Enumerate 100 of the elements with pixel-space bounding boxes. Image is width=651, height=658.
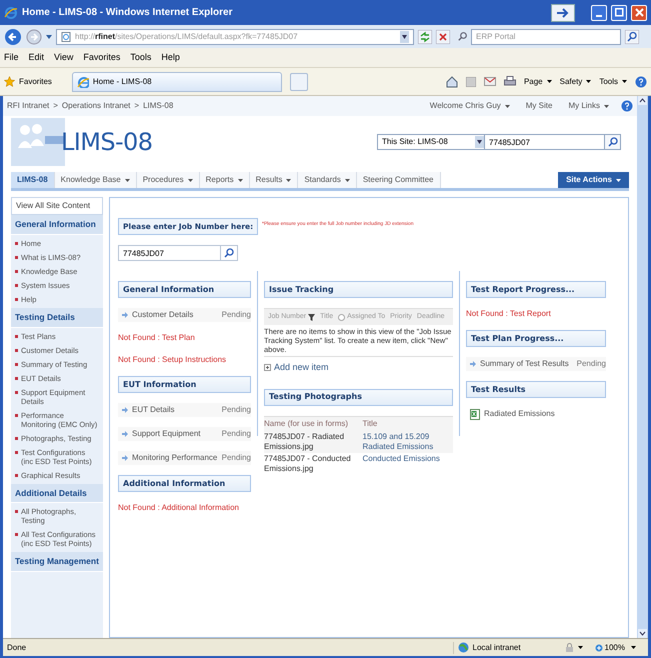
caret-icon — [604, 104, 609, 108]
caret-icon — [188, 178, 193, 182]
item-link[interactable]: Customer Details — [132, 309, 218, 321]
column-header[interactable]: Name (for use in forms) — [264, 418, 354, 430]
add-item-link[interactable]: Add new item — [264, 361, 453, 374]
forward-button[interactable] — [551, 4, 575, 22]
breadcrumb-link[interactable]: RFI Intranet — [7, 100, 50, 112]
bullet-icon — [15, 450, 18, 454]
sidebar-heading[interactable]: Testing Details — [11, 308, 103, 328]
browser-tab[interactable]: Home - LIMS-08 — [72, 72, 282, 92]
nav-tab[interactable]: LIMS-08 — [11, 172, 55, 188]
nav-tab[interactable]: Reports — [200, 172, 250, 188]
job-number-field[interactable]: 77485JD07 — [118, 245, 221, 261]
bullet-icon — [15, 256, 18, 259]
maximize-button[interactable] — [611, 4, 627, 20]
search-icon — [608, 137, 618, 147]
menu-item[interactable]: Help — [161, 50, 180, 64]
bullet-icon — [15, 284, 18, 287]
address-field[interactable]: http://rfinet/sites/Operations/LIMS/default.aspx?fk=77485JD07 — [56, 28, 414, 44]
caret-icon — [238, 178, 243, 182]
sidebar-heading[interactable]: Testing Management — [11, 552, 103, 572]
arrow-icon — [470, 361, 476, 367]
caret-icon — [504, 104, 510, 108]
zoom-icon — [594, 644, 603, 652]
dropdown-icon — [475, 136, 484, 148]
back-icon[interactable] — [4, 28, 22, 46]
sidebar-heading[interactable]: Additional Details — [11, 484, 103, 504]
favorites-button[interactable]: Favorites — [4, 76, 52, 88]
command-button[interactable]: Safety — [560, 76, 592, 88]
webpart-title: Issue Tracking — [264, 281, 453, 298]
search-field[interactable]: ERP Portal — [471, 28, 621, 44]
stop-icon[interactable] — [436, 30, 450, 44]
nav-tab[interactable]: Knowledge Base — [54, 172, 137, 188]
sidebar-heading[interactable]: General Information — [11, 215, 103, 235]
security-zone: Local intranet — [472, 642, 521, 654]
search-icon — [224, 248, 234, 258]
site-link[interactable]: My Links — [568, 100, 609, 112]
mail-icon[interactable] — [484, 77, 496, 86]
menu-item[interactable]: Tools — [130, 50, 152, 64]
webpart-title: Test Results — [466, 381, 606, 398]
arrow-icon — [122, 455, 128, 461]
menu-item[interactable]: Favorites — [83, 50, 120, 64]
people-logo-icon — [11, 118, 65, 166]
printer-icon[interactable] — [504, 76, 516, 87]
menu-item[interactable]: View — [54, 50, 74, 64]
not-found-message: Not Found : Setup Instructions — [118, 354, 228, 366]
webpart-title: Additional Information — [118, 475, 251, 492]
command-button[interactable]: Page — [524, 76, 552, 88]
breadcrumb-link[interactable]: Operations Intranet — [62, 100, 130, 112]
caret-icon — [344, 178, 350, 182]
search-button[interactable] — [221, 245, 238, 261]
radio-icon — [338, 314, 346, 320]
caret-icon — [546, 80, 552, 83]
item-link[interactable]: Summary of Test Results — [480, 358, 573, 370]
browser-icon — [76, 76, 89, 88]
browser-icon — [4, 6, 18, 20]
minimize-icon — [596, 14, 602, 16]
site-link[interactable]: My Site — [526, 100, 552, 112]
help-icon[interactable] — [621, 100, 633, 112]
item-link[interactable]: EUT Details — [132, 404, 218, 416]
minimize-button[interactable] — [591, 4, 607, 20]
nav-tab[interactable]: Procedures — [136, 172, 200, 188]
caret-icon — [586, 80, 592, 83]
command-button[interactable]: Tools — [599, 76, 627, 88]
column-header[interactable]: Title — [362, 418, 453, 430]
table-cell[interactable]: Conducted Emissions — [362, 454, 453, 474]
forward-icon[interactable] — [26, 28, 42, 44]
nav-tab[interactable]: Steering Committee — [356, 172, 441, 188]
welcome-menu[interactable]: Welcome Chris Guy — [430, 100, 510, 112]
refresh-icon[interactable] — [418, 30, 432, 44]
search-button[interactable] — [605, 134, 621, 150]
zoom-button[interactable]: 100% — [594, 642, 636, 654]
nav-tab[interactable]: Standards — [298, 172, 357, 188]
menu-item[interactable]: File — [4, 50, 19, 64]
view-all-link[interactable]: View All Site Content — [11, 197, 103, 215]
bullet-icon — [15, 436, 18, 440]
breadcrumb-link[interactable]: LIMS-08 — [143, 100, 174, 112]
scope-dropdown[interactable]: This Site: LIMS-08 — [377, 134, 485, 150]
close-button[interactable] — [631, 4, 647, 20]
bullet-icon — [15, 533, 18, 536]
bullet-icon — [15, 390, 18, 394]
item-link[interactable]: Monitoring Performance — [132, 452, 218, 464]
home-icon[interactable] — [446, 76, 458, 88]
status-text: Pending — [222, 309, 251, 321]
item-link[interactable]: Support Equipment — [132, 428, 218, 440]
search-icon[interactable] — [625, 30, 639, 44]
status-text: Pending — [222, 428, 251, 440]
menu-item[interactable]: Edit — [28, 50, 44, 64]
scrollbar[interactable] — [637, 96, 648, 638]
site-actions-button[interactable]: Site Actions — [558, 172, 629, 188]
nav-tab[interactable]: Results — [250, 172, 298, 188]
filter-icon — [308, 314, 316, 320]
site-search-field[interactable]: 77485JD07 — [485, 134, 605, 150]
table-cell[interactable]: 15.109 and 15.209 Radiated Emissions — [362, 432, 453, 452]
document-link[interactable]: Radiated Emissions — [484, 408, 555, 420]
caret-icon — [622, 80, 627, 83]
help-icon[interactable] — [635, 76, 647, 88]
status-text: Pending — [222, 404, 251, 416]
status-text: Done — [7, 642, 28, 654]
dropdown-icon — [400, 30, 409, 42]
